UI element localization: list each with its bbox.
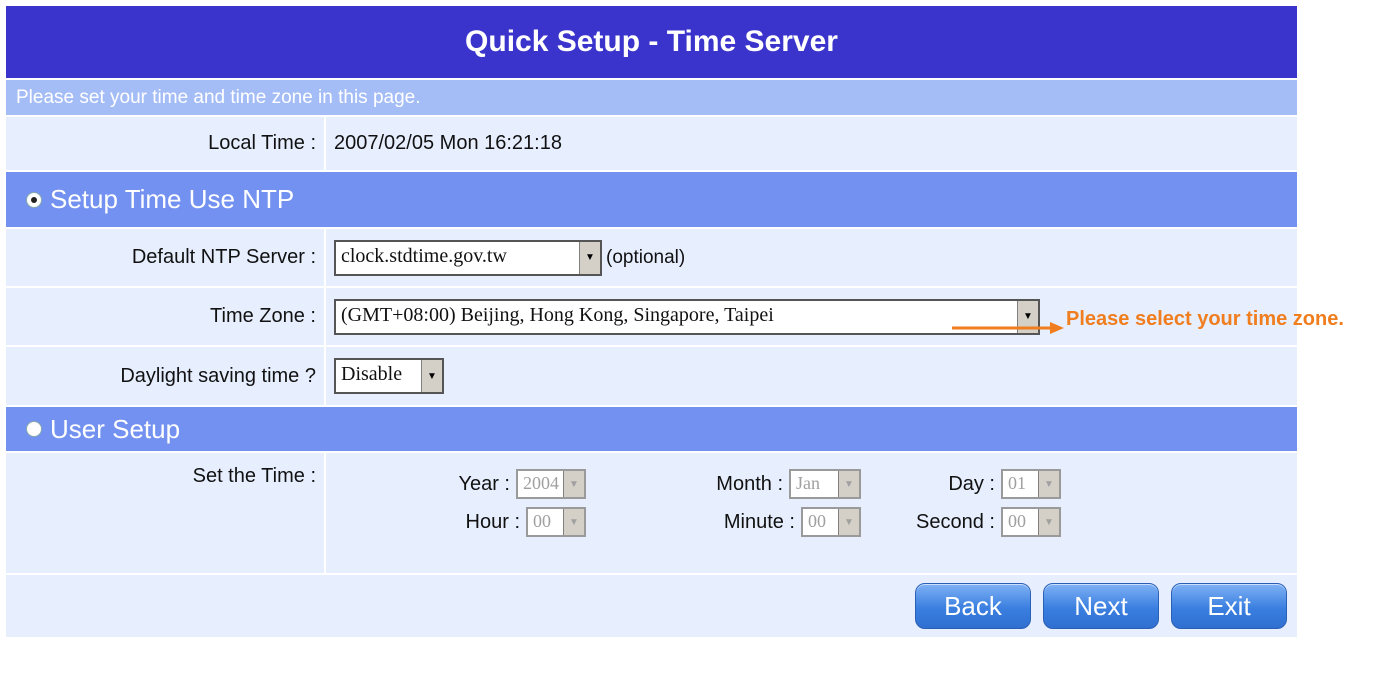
- set-time-row: Set the Time : Year : 2004 ▼ Month : Jan…: [6, 453, 1297, 573]
- chevron-down-icon[interactable]: ▼: [421, 360, 442, 392]
- user-setup-section-header[interactable]: User Setup: [6, 407, 1297, 451]
- second-value: 00: [1008, 511, 1026, 531]
- page-title: Quick Setup - Time Server: [6, 6, 1297, 78]
- day-label: Day :: [948, 472, 995, 495]
- ntp-section-header[interactable]: Setup Time Use NTP: [6, 172, 1297, 227]
- second-field: Second : 00 ▼: [861, 507, 1061, 537]
- hour-select[interactable]: 00 ▼: [526, 507, 586, 537]
- month-label: Month :: [716, 472, 783, 495]
- day-field: Day : 01 ▼: [861, 469, 1061, 499]
- button-bar: Back Next Exit: [6, 575, 1297, 637]
- ntp-server-select[interactable]: clock.stdtime.gov.tw ▼: [334, 239, 602, 276]
- timezone-annotation: Please select your time zone.: [1066, 308, 1344, 330]
- chevron-down-icon[interactable]: ▼: [563, 509, 584, 535]
- second-select[interactable]: 00 ▼: [1001, 507, 1061, 537]
- year-label: Year :: [458, 472, 510, 495]
- chevron-down-icon[interactable]: ▼: [1038, 509, 1059, 535]
- month-select[interactable]: Jan ▼: [789, 469, 861, 499]
- hour-field: Hour : 00 ▼: [356, 507, 586, 537]
- chevron-down-icon[interactable]: ▼: [563, 471, 584, 497]
- set-time-label: Set the Time :: [6, 453, 324, 573]
- exit-button[interactable]: Exit: [1171, 583, 1287, 629]
- minute-select[interactable]: 00 ▼: [801, 507, 861, 537]
- daylight-row: Daylight saving time ? Disable ▼: [6, 347, 1297, 405]
- time-fields-grid: Year : 2004 ▼ Month : Jan ▼ Day : 01 ▼ H…: [326, 453, 1061, 537]
- year-value: 2004: [523, 473, 559, 493]
- annotation-arrow: [952, 322, 1064, 334]
- chevron-down-icon[interactable]: ▼: [838, 509, 859, 535]
- timezone-select[interactable]: (GMT+08:00) Beijing, Hong Kong, Singapor…: [334, 298, 1040, 335]
- local-time-row: Local Time : 2007/02/05 Mon 16:21:18: [6, 117, 1297, 170]
- day-select[interactable]: 01 ▼: [1001, 469, 1061, 499]
- user-setup-radio-button[interactable]: [26, 421, 42, 437]
- chevron-down-icon[interactable]: ▼: [838, 471, 859, 497]
- timezone-label: Time Zone :: [6, 288, 324, 345]
- second-label: Second :: [916, 510, 995, 533]
- year-field: Year : 2004 ▼: [356, 469, 586, 499]
- local-time-label: Local Time :: [6, 117, 324, 170]
- month-value: Jan: [796, 473, 820, 493]
- ntp-server-value: clock.stdtime.gov.tw: [341, 244, 507, 267]
- hour-label: Hour :: [465, 510, 520, 533]
- chevron-down-icon[interactable]: ▼: [579, 241, 600, 274]
- user-setup-section-label: User Setup: [50, 413, 181, 444]
- minute-label: Minute :: [723, 510, 795, 533]
- ntp-server-row: Default NTP Server : clock.stdtime.gov.t…: [6, 229, 1297, 286]
- ntp-radio-button[interactable]: [26, 191, 42, 208]
- info-text: Please set your time and time zone in th…: [6, 80, 1297, 115]
- optional-hint: (optional): [606, 246, 686, 268]
- day-value: 01: [1008, 473, 1026, 493]
- minute-field: Minute : 00 ▼: [586, 507, 861, 537]
- local-time-value: 2007/02/05 Mon 16:21:18: [326, 117, 1297, 170]
- timezone-value: (GMT+08:00) Beijing, Hong Kong, Singapor…: [341, 303, 774, 326]
- hour-value: 00: [533, 511, 551, 531]
- ntp-server-label: Default NTP Server :: [6, 229, 324, 286]
- chevron-down-icon[interactable]: ▼: [1038, 471, 1059, 497]
- daylight-value: Disable: [341, 363, 403, 385]
- ntp-section-label: Setup Time Use NTP: [50, 184, 295, 214]
- back-button[interactable]: Back: [915, 583, 1031, 629]
- minute-value: 00: [808, 511, 826, 531]
- daylight-label: Daylight saving time ?: [6, 347, 324, 405]
- year-select[interactable]: 2004 ▼: [516, 469, 586, 499]
- next-button[interactable]: Next: [1043, 583, 1159, 629]
- month-field: Month : Jan ▼: [586, 469, 861, 499]
- daylight-select[interactable]: Disable ▼: [334, 358, 444, 394]
